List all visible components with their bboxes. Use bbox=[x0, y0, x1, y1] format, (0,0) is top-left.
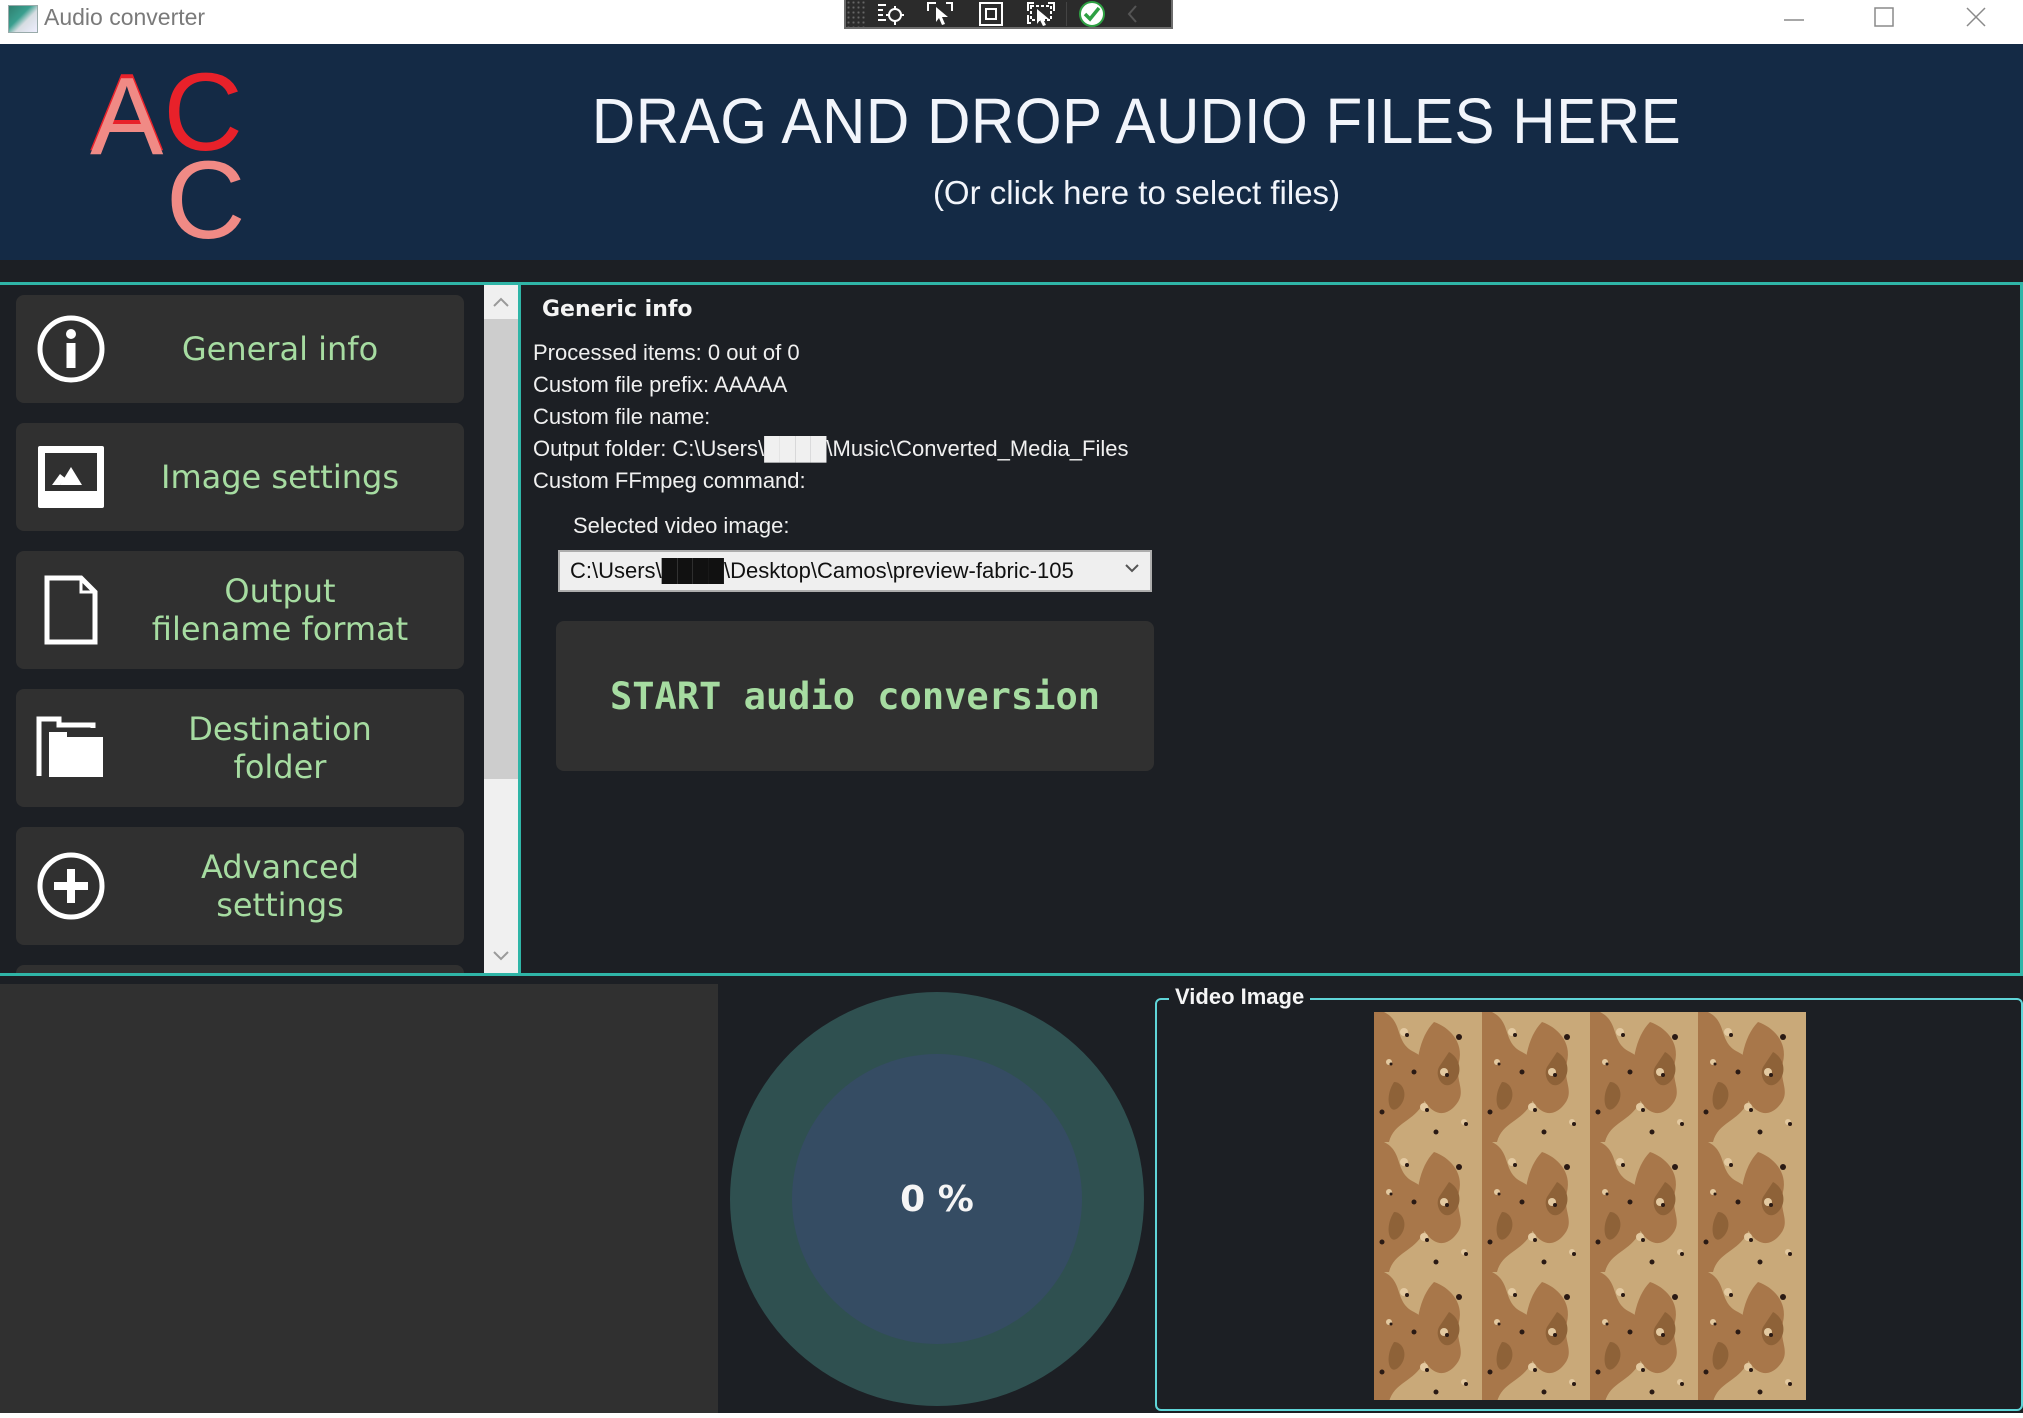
drop-zone[interactable]: AC A C DRAG AND DROP AUDIO FILES HERE (O… bbox=[0, 44, 2023, 262]
scroll-down-button[interactable] bbox=[484, 939, 518, 973]
sidebar-item-general-info[interactable]: General info bbox=[16, 295, 464, 403]
select-files-link[interactable]: (Or click here to select files) bbox=[540, 174, 1733, 212]
layout-adorner-icon bbox=[979, 1, 1003, 26]
scroll-up-button[interactable] bbox=[484, 285, 518, 319]
plus-circle-icon bbox=[36, 851, 106, 921]
sidebar-item-label: Image settings bbox=[161, 458, 399, 496]
minimize-button[interactable] bbox=[1748, 0, 1840, 34]
generic-info-panel: Generic info Processed items: 0 out of 0… bbox=[521, 285, 2020, 973]
custom-prefix-text: Custom file prefix: AAAAA bbox=[533, 372, 788, 397]
sidebar-scrollbar[interactable] bbox=[484, 285, 518, 973]
start-conversion-button[interactable]: START audio conversion bbox=[556, 621, 1154, 771]
maximize-button[interactable] bbox=[1838, 0, 1930, 34]
toolbar-grip[interactable] bbox=[846, 0, 866, 27]
app-icon bbox=[8, 5, 38, 33]
app-logo: AC A C bbox=[90, 51, 260, 262]
video-image-legend: Video Image bbox=[1169, 984, 1311, 1010]
check-icon bbox=[1079, 0, 1105, 27]
close-button[interactable] bbox=[1930, 0, 2022, 34]
chevron-down-icon bbox=[1124, 558, 1140, 579]
label-line: Advanced bbox=[200, 848, 360, 886]
start-button-label: START audio conversion bbox=[609, 674, 1101, 718]
video-image-preview bbox=[1374, 1012, 1806, 1400]
window-bottom-edge bbox=[0, 1413, 2023, 1418]
processed-items-text: Processed items: 0 out of 0 bbox=[533, 340, 800, 365]
track-focus-icon bbox=[1027, 1, 1055, 26]
custom-file-name-text: Custom file name: bbox=[533, 404, 711, 429]
progress-indicator: 0 % bbox=[730, 992, 1144, 1406]
file-icon bbox=[36, 575, 106, 645]
camo-pattern bbox=[1374, 1012, 1806, 1400]
folder-icon bbox=[36, 713, 106, 783]
sidebar: General info Image settings Output filen… bbox=[0, 285, 484, 973]
info-icon bbox=[36, 314, 106, 384]
progress-label: 0 % bbox=[900, 1178, 974, 1220]
output-folder-text: Output folder: C:\Users\████\Music\Conve… bbox=[533, 436, 1129, 461]
log-panel bbox=[0, 984, 718, 1413]
debug-toolbar bbox=[844, 0, 1173, 29]
select-element-button[interactable] bbox=[866, 0, 916, 27]
label-line: Destination bbox=[188, 710, 372, 748]
drop-title: DRAG AND DROP AUDIO FILES HERE bbox=[591, 85, 1682, 157]
bottom-panel: 0 % Video Image bbox=[0, 976, 2023, 1413]
minimize-icon bbox=[1784, 19, 1804, 21]
sidebar-item-output-filename-format[interactable]: Output filename format bbox=[16, 551, 464, 669]
sidebar-item-image-settings[interactable]: Image settings bbox=[16, 423, 464, 531]
collapse-toolbar-button[interactable] bbox=[1117, 0, 1147, 27]
label-line: filename format bbox=[151, 610, 409, 648]
logo-bottom-a: A bbox=[90, 60, 164, 178]
video-image-group: Video Image bbox=[1155, 984, 2023, 1411]
label-line: folder bbox=[233, 748, 327, 786]
logo-bottom-c: C bbox=[166, 139, 245, 240]
close-icon bbox=[1966, 7, 1986, 27]
sidebar-item-label: General info bbox=[181, 330, 379, 368]
pointer-select-icon bbox=[927, 1, 953, 25]
collapse-chevron-icon bbox=[1127, 4, 1137, 23]
video-image-select[interactable]: C:\Users\████\Desktop\Camos\preview-fabr… bbox=[558, 550, 1152, 592]
layout-adorner-button[interactable] bbox=[966, 0, 1016, 27]
sidebar-item-destination-folder[interactable]: Destination folder bbox=[16, 689, 464, 807]
image-icon bbox=[36, 442, 106, 512]
title-bar: Audio converter bbox=[0, 0, 2023, 44]
sidebar-item-label: Output filename format bbox=[116, 572, 444, 648]
custom-ffmpeg-text: Custom FFmpeg command: bbox=[533, 468, 806, 493]
sidebar-item-label: Destination folder bbox=[116, 710, 444, 786]
selected-image-label: Selected video image: bbox=[573, 513, 790, 538]
track-focus-button[interactable] bbox=[1016, 0, 1066, 27]
scroll-thumb[interactable] bbox=[484, 319, 518, 779]
select-element-icon bbox=[878, 3, 904, 25]
window-title: Audio converter bbox=[44, 4, 206, 30]
chevron-up-icon bbox=[493, 297, 509, 307]
separator-strip bbox=[0, 260, 2023, 282]
video-image-select-value: C:\Users\████\Desktop\Camos\preview-fabr… bbox=[570, 558, 1074, 583]
check-button[interactable] bbox=[1067, 0, 1117, 27]
sidebar-item-label: Advanced settings bbox=[116, 848, 444, 924]
pointer-select-button[interactable] bbox=[916, 0, 966, 27]
section-title: Generic info bbox=[542, 297, 693, 322]
label-line: settings bbox=[216, 886, 344, 924]
maximize-icon bbox=[1874, 7, 1894, 27]
label-line: Output bbox=[224, 572, 336, 610]
sidebar-item-more[interactable] bbox=[16, 965, 464, 973]
chevron-down-icon bbox=[493, 951, 509, 961]
sidebar-item-advanced-settings[interactable]: Advanced settings bbox=[16, 827, 464, 945]
main-panel: General info Image settings Output filen… bbox=[0, 282, 2023, 976]
